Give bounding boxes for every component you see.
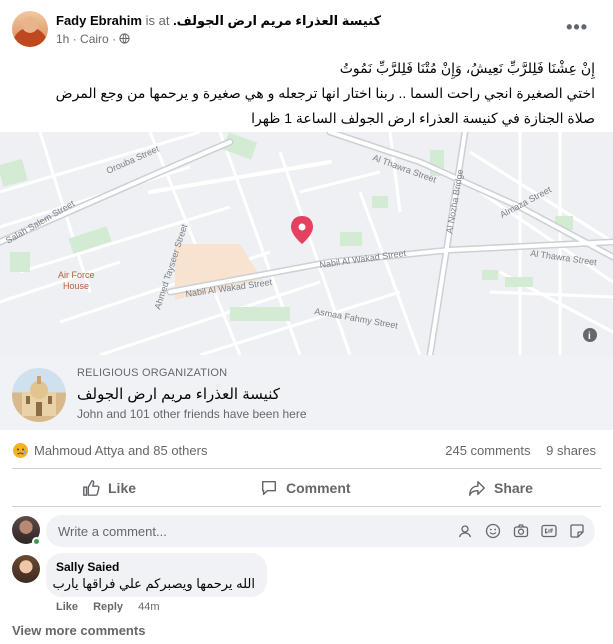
meta-separator: ·: [72, 32, 77, 46]
online-status-dot: [32, 537, 41, 546]
place-card[interactable]: RELIGIOUS ORGANIZATION كنيسة العذراء مري…: [0, 355, 613, 430]
place-name[interactable]: كنيسة العذراء مريم ارض الجولف: [77, 385, 280, 403]
comment-input[interactable]: Write a comment...: [46, 515, 595, 547]
more-options-icon[interactable]: •••: [566, 17, 588, 38]
comment-bubble-icon: [261, 480, 277, 496]
like-button[interactable]: Like: [82, 472, 136, 504]
sad-reaction-icon[interactable]: [12, 442, 29, 459]
emoji-icon[interactable]: [485, 523, 501, 539]
comment-time[interactable]: 44m: [138, 601, 159, 613]
post-text: إِنْ عِشْنَا فَلِلرَّبِّ نَعِيشُ، وَإِنْ…: [12, 56, 595, 131]
post-location[interactable]: Cairo: [80, 32, 109, 46]
view-more-comments-link[interactable]: View more comments: [12, 623, 145, 638]
map-poi-label: House: [63, 281, 89, 291]
comment-meta: Like Reply 44m: [56, 601, 160, 613]
author-name[interactable]: Fady Ebrahim: [56, 13, 142, 28]
comment-bubble: Sally Saied الله يرحمها ويصبركم علي فراق…: [46, 553, 267, 597]
post-card: Fady Ebrahim is at كنيسة العذراء مريم ار…: [0, 0, 613, 644]
post-meta: 1h · Cairo ·: [56, 32, 131, 46]
like-label: Like: [108, 480, 137, 496]
share-button[interactable]: Share: [468, 472, 533, 504]
divider: [12, 468, 601, 469]
comment-like-link[interactable]: Like: [56, 601, 78, 613]
share-label: Share: [494, 480, 533, 496]
post-header: Fady Ebrahim is at كنيسة العذراء مريم ار…: [12, 11, 602, 51]
thumbs-up-icon: [83, 480, 100, 496]
location-map[interactable]: Orouba Street Salah Salem Street Al Thaw…: [0, 132, 613, 355]
place-photo: [12, 368, 66, 422]
comment-tools: [457, 523, 585, 539]
comment-author[interactable]: Sally Saied: [56, 560, 119, 574]
post-header-title: Fady Ebrahim is at كنيسة العذراء مريم ار…: [56, 13, 381, 29]
shares-count[interactable]: 9 shares: [546, 443, 596, 458]
map-canvas: Orouba Street Salah Salem Street Al Thaw…: [0, 132, 613, 355]
checkin-place-link[interactable]: كنيسة العذراء مريم ارض الجولف.: [173, 13, 381, 28]
post-text-line: إِنْ عِشْنَا فَلِلرَّبِّ نَعِيشُ، وَإِنْ…: [339, 60, 595, 76]
sticker-icon[interactable]: [569, 523, 585, 539]
map-poi-label: Air Force: [58, 270, 95, 280]
comment-label: Comment: [286, 480, 351, 496]
comments-count[interactable]: 245 comments: [445, 443, 530, 458]
meta-separator: ·: [112, 32, 117, 46]
post-time[interactable]: 1h: [56, 32, 69, 46]
comment-reply-link[interactable]: Reply: [93, 601, 123, 613]
camera-icon[interactable]: [513, 523, 529, 539]
post-actions: Like Comment Share: [12, 472, 601, 504]
church-icon: [22, 376, 56, 416]
post-text-line: صلاة الجنازة في كنيسة العذراء ارض الجولف…: [251, 110, 595, 126]
commenter-avatar[interactable]: [12, 555, 40, 583]
reactions-bar: Mahmoud Attya and 85 others 245 comments…: [12, 440, 602, 462]
divider: [12, 506, 601, 507]
place-visitors: John and 101 other friends have been her…: [77, 407, 307, 421]
gif-icon[interactable]: [541, 523, 557, 539]
place-category: RELIGIOUS ORGANIZATION: [77, 367, 228, 379]
post-text-line: اختي الصغيرة انجي راحت السما .. ربنا اخت…: [55, 85, 595, 101]
author-avatar[interactable]: [12, 11, 48, 47]
globe-icon: [119, 33, 131, 44]
map-info-icon[interactable]: i: [583, 328, 597, 342]
comment-button[interactable]: Comment: [260, 472, 351, 504]
engagement-stats: 245 comments 9 shares: [445, 443, 596, 458]
avatar-sticker-icon[interactable]: [457, 523, 473, 539]
info-glyph: i: [588, 331, 591, 342]
share-arrow-icon: [469, 480, 485, 496]
is-at-text: is at: [145, 13, 170, 28]
reactors-text[interactable]: Mahmoud Attya and 85 others: [34, 443, 207, 458]
comment-text: الله يرحمها ويصبركم علي فراقها يارب: [52, 576, 255, 591]
comment-placeholder: Write a comment...: [58, 524, 167, 539]
